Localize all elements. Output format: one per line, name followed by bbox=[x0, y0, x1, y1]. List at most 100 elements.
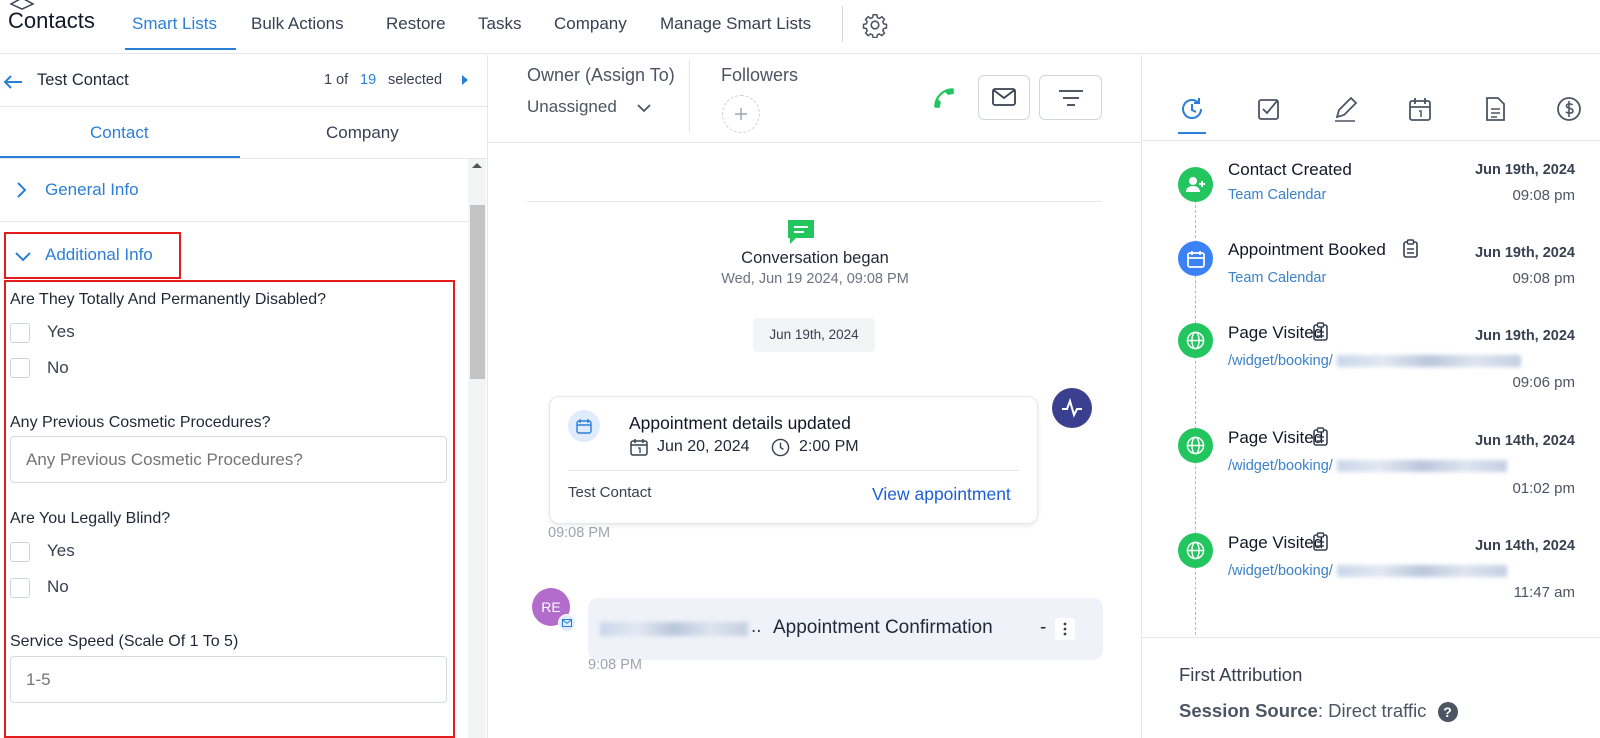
tab-manage-smart-lists[interactable]: Manage Smart Lists bbox=[660, 14, 811, 34]
event-time: 09:08 pm bbox=[1512, 270, 1575, 287]
option-label: No bbox=[47, 577, 69, 596]
mail-icon bbox=[992, 88, 1016, 106]
clipboard-icon[interactable] bbox=[1403, 239, 1418, 258]
globe-icon bbox=[1186, 541, 1205, 560]
redacted-url bbox=[1336, 565, 1507, 578]
next-contact-icon[interactable] bbox=[460, 74, 470, 86]
chevron-down-icon[interactable] bbox=[14, 251, 32, 263]
owner-select[interactable]: Unassigned bbox=[527, 97, 657, 121]
activity-panel: Contact Created Team Calendar Jun 19th, … bbox=[1141, 55, 1600, 738]
help-icon[interactable]: ? bbox=[1437, 702, 1458, 723]
email-message[interactable]: .. Appointment Confirmation - bbox=[588, 598, 1103, 660]
chevron-down-icon bbox=[637, 104, 651, 113]
activity-history-icon[interactable] bbox=[1178, 95, 1206, 123]
calendar-icon bbox=[1187, 251, 1205, 268]
timeline-dot bbox=[1178, 241, 1213, 276]
card-date: Jun 20, 2024 bbox=[657, 438, 750, 455]
message-ellipsis: .. bbox=[751, 616, 762, 637]
session-source: Session Source: Direct traffic ? bbox=[1179, 700, 1458, 723]
notes-pen-icon[interactable] bbox=[1331, 95, 1359, 123]
scrollbar-thumb[interactable] bbox=[470, 205, 485, 379]
pager-prefix: 1 of bbox=[324, 72, 349, 88]
card-time: 2:00 PM bbox=[799, 438, 859, 455]
task-checkbox-icon[interactable] bbox=[1255, 95, 1283, 123]
subtab-contact[interactable]: Contact bbox=[90, 123, 149, 143]
right-tab-divider bbox=[1142, 140, 1600, 141]
email-button[interactable] bbox=[978, 75, 1030, 120]
mail-badge bbox=[558, 614, 576, 632]
subtab-company[interactable]: Company bbox=[326, 123, 399, 143]
conversation-panel: Owner (Assign To) Unassigned Followers C… bbox=[489, 55, 1141, 738]
contact-name: Test Contact bbox=[37, 71, 129, 89]
checkbox-blind-no[interactable] bbox=[10, 578, 30, 598]
timeline-dot bbox=[1178, 428, 1213, 463]
conversation-divider bbox=[527, 201, 1102, 202]
additional-info-title[interactable]: Additional Info bbox=[45, 245, 153, 265]
header-divider bbox=[689, 59, 690, 133]
back-arrow-icon[interactable] bbox=[2, 73, 24, 91]
scroll-up-icon[interactable] bbox=[471, 161, 483, 169]
checkbox-disabled-yes[interactable] bbox=[10, 323, 30, 343]
event-title: Page Visited bbox=[1228, 533, 1324, 552]
owner-value: Unassigned bbox=[527, 97, 617, 116]
event-date: Jun 19th, 2024 bbox=[1475, 245, 1575, 261]
checkbox-disabled-no[interactable] bbox=[10, 358, 30, 378]
event-title: Page Visited bbox=[1228, 323, 1324, 342]
option-label: Yes bbox=[47, 541, 75, 560]
event-title: Contact Created bbox=[1228, 160, 1352, 179]
owner-label: Owner (Assign To) bbox=[527, 65, 675, 85]
cosmetic-procedures-input[interactable] bbox=[10, 436, 447, 483]
globe-icon bbox=[1186, 331, 1205, 350]
tab-smart-lists[interactable]: Smart Lists bbox=[132, 14, 217, 34]
service-speed-input[interactable] bbox=[10, 656, 447, 703]
attribution-title: First Attribution bbox=[1179, 664, 1303, 685]
phone-icon[interactable] bbox=[931, 85, 957, 111]
question-disabled: Are They Totally And Permanently Disable… bbox=[10, 291, 327, 308]
event-time: 09:06 pm bbox=[1512, 374, 1575, 391]
conversation-header: Owner (Assign To) Unassigned Followers bbox=[489, 55, 1141, 143]
mail-icon bbox=[562, 619, 572, 627]
session-source-label: Session Source bbox=[1179, 700, 1318, 721]
session-source-value: : Direct traffic bbox=[1317, 700, 1427, 721]
clock-icon bbox=[771, 438, 790, 457]
tab-tasks[interactable]: Tasks bbox=[478, 14, 521, 34]
redacted-url bbox=[1336, 355, 1521, 368]
question-cosmetic: Any Previous Cosmetic Procedures? bbox=[10, 414, 271, 431]
contact-details-panel: Test Contact 1 of 19 selected Contact Co… bbox=[0, 55, 488, 738]
chevron-right-icon bbox=[17, 182, 27, 198]
appointment-card: Appointment details updated Jun 20, 2024… bbox=[549, 396, 1038, 524]
event-link[interactable]: Team Calendar bbox=[1228, 187, 1326, 203]
event-time: 09:08 pm bbox=[1512, 187, 1575, 204]
event-link[interactable]: Team Calendar bbox=[1228, 270, 1326, 286]
event-link-text: /widget/booking/ bbox=[1228, 353, 1333, 369]
card-contact: Test Contact bbox=[568, 484, 652, 501]
event-link[interactable]: /widget/booking/ bbox=[1228, 458, 1507, 474]
card-divider bbox=[568, 470, 1019, 471]
document-icon[interactable] bbox=[1481, 95, 1509, 123]
event-link[interactable]: /widget/booking/ bbox=[1228, 353, 1521, 369]
event-date: Jun 14th, 2024 bbox=[1475, 433, 1575, 449]
dollar-icon[interactable] bbox=[1555, 95, 1583, 123]
clipboard-icon[interactable] bbox=[1313, 427, 1328, 446]
activity-icon bbox=[1062, 398, 1082, 418]
general-info-section[interactable]: General Info bbox=[0, 159, 468, 222]
event-link[interactable]: /widget/booking/ bbox=[1228, 563, 1507, 579]
attribution-divider bbox=[1142, 637, 1600, 638]
event-time: 01:02 pm bbox=[1512, 480, 1575, 497]
card-title: Appointment details updated bbox=[629, 413, 851, 433]
message-menu-button[interactable] bbox=[1055, 618, 1075, 640]
event-date: Jun 14th, 2024 bbox=[1475, 538, 1575, 554]
gear-icon[interactable] bbox=[862, 12, 888, 38]
filter-button[interactable] bbox=[1039, 75, 1102, 120]
timeline-dot bbox=[1178, 167, 1213, 202]
view-appointment-link[interactable]: View appointment bbox=[872, 484, 1011, 505]
clipboard-icon[interactable] bbox=[1313, 532, 1328, 551]
tab-company[interactable]: Company bbox=[554, 14, 627, 34]
checkbox-blind-yes[interactable] bbox=[10, 542, 30, 562]
tab-bulk-actions[interactable]: Bulk Actions bbox=[251, 14, 344, 34]
pager-suffix: selected bbox=[388, 72, 443, 88]
add-follower-button[interactable] bbox=[722, 95, 760, 133]
tab-restore[interactable]: Restore bbox=[386, 14, 446, 34]
calendar-icon[interactable] bbox=[1406, 95, 1434, 123]
clipboard-icon[interactable] bbox=[1313, 322, 1328, 341]
